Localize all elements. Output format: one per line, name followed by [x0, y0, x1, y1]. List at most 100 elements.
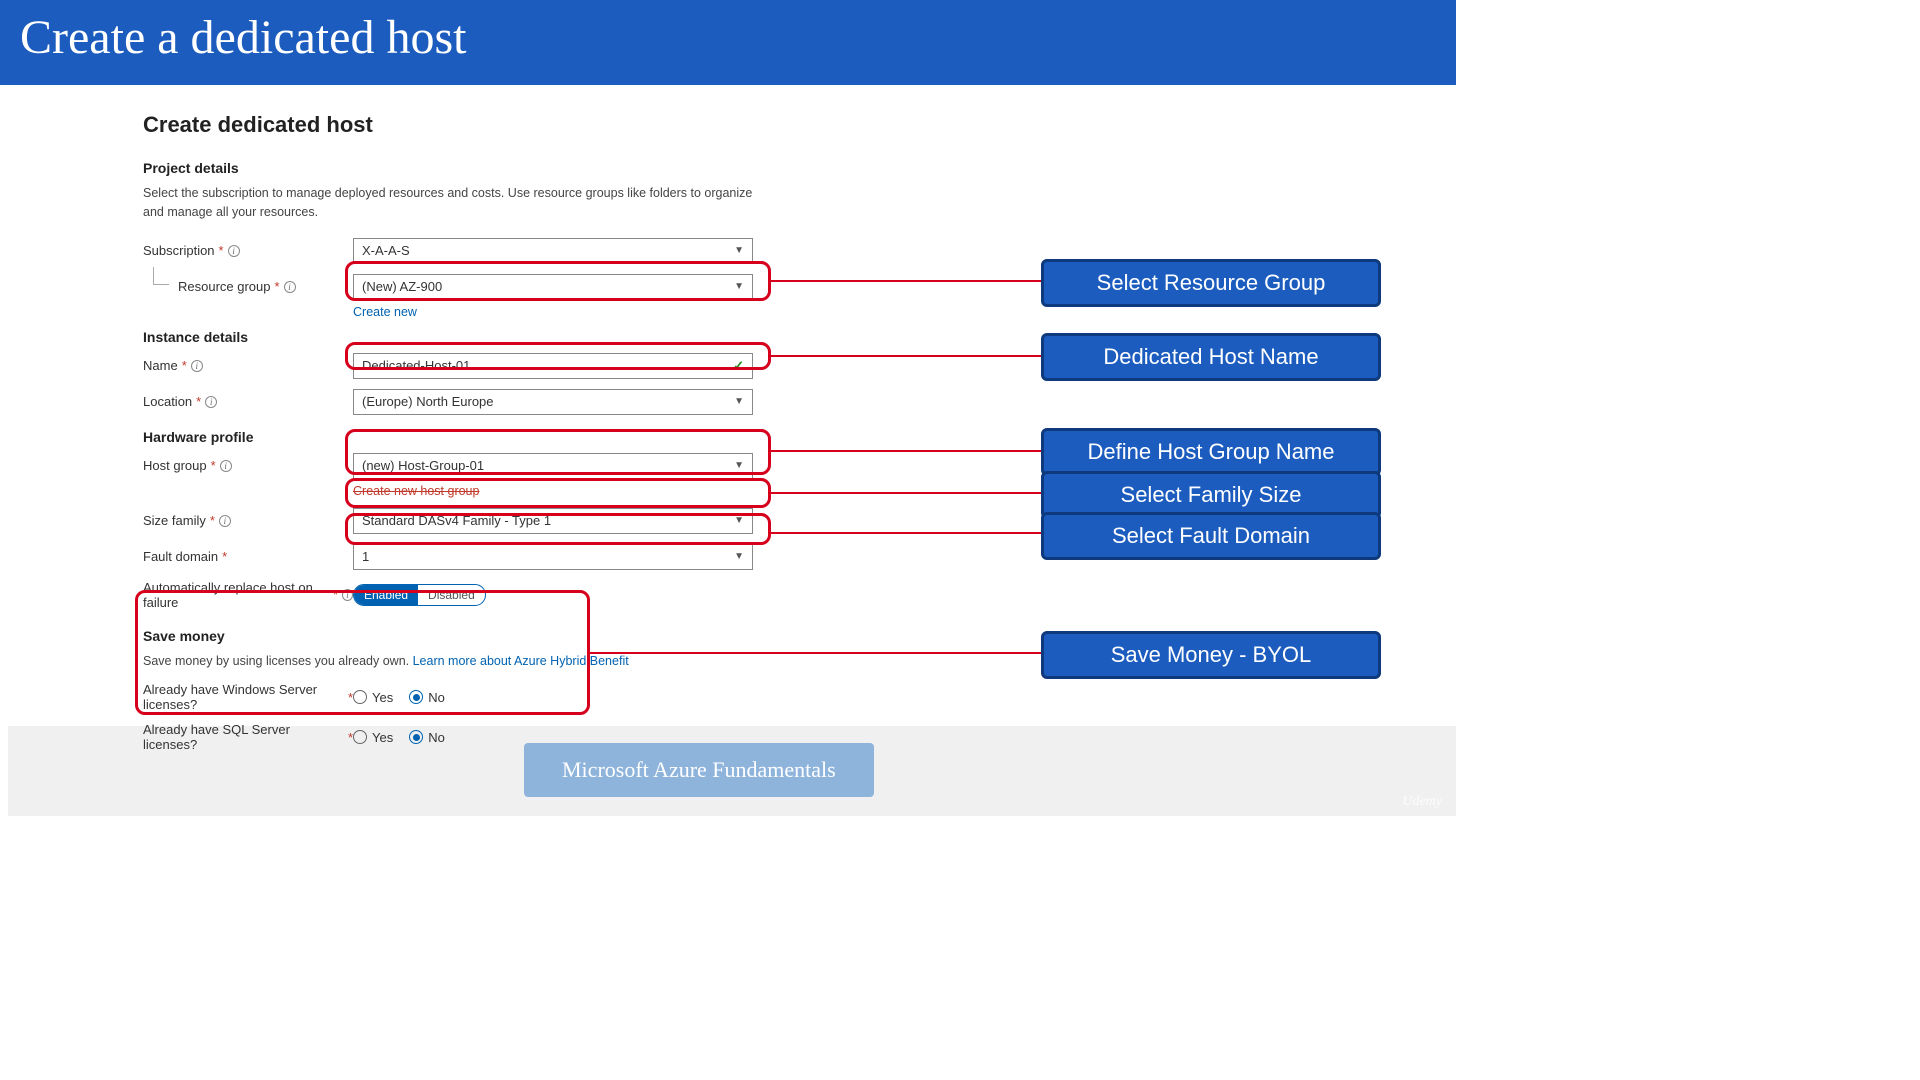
fault-domain-value: 1: [362, 549, 369, 564]
section-savemoney-title: Save money: [143, 628, 783, 644]
sql-license-text: Already have SQL Server licenses?: [143, 722, 344, 752]
required-star: *: [222, 549, 227, 564]
auto-replace-toggle[interactable]: Enabled Disabled: [353, 584, 486, 606]
radio-label-yes: Yes: [372, 730, 393, 745]
chevron-down-icon: ▼: [734, 551, 744, 562]
radio-label-no: No: [428, 730, 445, 745]
radio-label-yes: Yes: [372, 690, 393, 705]
section-project-desc: Select the subscription to manage deploy…: [143, 184, 753, 222]
radio-icon: [409, 690, 423, 704]
info-icon[interactable]: i: [284, 281, 296, 293]
name-input[interactable]: Dedicated-Host-01 ✓: [353, 353, 753, 379]
section-project-title: Project details: [143, 160, 783, 176]
sql-license-label: Already have SQL Server licenses? *: [143, 722, 353, 752]
callout-host-group: Define Host Group Name: [1041, 428, 1381, 476]
required-star: *: [219, 243, 224, 258]
connector-line: [590, 652, 1041, 654]
required-star: *: [182, 358, 187, 373]
chevron-down-icon: ▼: [734, 515, 744, 526]
connector-line: [771, 355, 1041, 357]
auto-replace-label: Automatically replace host on failure * …: [143, 580, 353, 610]
subscription-label-text: Subscription: [143, 243, 215, 258]
section-instance-title: Instance details: [143, 329, 783, 345]
create-new-link[interactable]: Create new: [353, 305, 417, 319]
location-label-text: Location: [143, 394, 192, 409]
fault-domain-select[interactable]: 1 ▼: [353, 544, 753, 570]
callout-save-money: Save Money - BYOL: [1041, 631, 1381, 679]
row-size-family: Size family * i Standard DASv4 Family - …: [143, 508, 783, 534]
radio-icon: [353, 690, 367, 704]
auto-replace-label-text: Automatically replace host on failure: [143, 580, 329, 610]
hybrid-benefit-link[interactable]: Learn more about Azure Hybrid Benefit: [413, 654, 629, 668]
host-group-value: (new) Host-Group-01: [362, 458, 484, 473]
row-host-group: Host group * i (new) Host-Group-01 ▼: [143, 453, 783, 479]
callout-resource-group: Select Resource Group: [1041, 259, 1381, 307]
info-icon[interactable]: i: [228, 245, 240, 257]
location-label: Location * i: [143, 394, 353, 409]
windows-no-radio[interactable]: No: [409, 690, 445, 705]
info-icon[interactable]: i: [342, 589, 353, 601]
connector-line: [771, 280, 1041, 282]
resource-group-label: Resource group * i: [143, 279, 353, 294]
row-location: Location * i (Europe) North Europe ▼: [143, 389, 783, 415]
chevron-down-icon: ▼: [734, 245, 744, 256]
name-value: Dedicated-Host-01: [362, 358, 470, 373]
required-star: *: [210, 513, 215, 528]
info-icon[interactable]: i: [219, 515, 231, 527]
windows-yes-radio[interactable]: Yes: [353, 690, 393, 705]
size-family-label: Size family * i: [143, 513, 353, 528]
info-icon[interactable]: i: [191, 360, 203, 372]
sql-yes-radio[interactable]: Yes: [353, 730, 393, 745]
radio-icon: [353, 730, 367, 744]
azure-form-panel: Create dedicated host Project details Se…: [143, 112, 783, 762]
tree-connector-icon: [153, 267, 169, 285]
sql-no-radio[interactable]: No: [409, 730, 445, 745]
section-hardware-title: Hardware profile: [143, 429, 783, 445]
host-group-label: Host group * i: [143, 458, 353, 473]
row-name: Name * i Dedicated-Host-01 ✓: [143, 353, 783, 379]
resource-group-select[interactable]: (New) AZ-900 ▼: [353, 274, 753, 300]
size-family-label-text: Size family: [143, 513, 206, 528]
chevron-down-icon: ▼: [734, 460, 744, 471]
name-label: Name * i: [143, 358, 353, 373]
host-group-select[interactable]: (new) Host-Group-01 ▼: [353, 453, 753, 479]
subscription-value: X-A-A-S: [362, 243, 410, 258]
radio-label-no: No: [428, 690, 445, 705]
toggle-enabled[interactable]: Enabled: [354, 585, 418, 605]
size-family-select[interactable]: Standard DASv4 Family - Type 1 ▼: [353, 508, 753, 534]
info-icon[interactable]: i: [205, 396, 217, 408]
subscription-label: Subscription * i: [143, 243, 353, 258]
location-value: (Europe) North Europe: [362, 394, 494, 409]
resource-group-value: (New) AZ-900: [362, 279, 442, 294]
required-star: *: [333, 587, 338, 602]
windows-license-label: Already have Windows Server licenses? *: [143, 682, 353, 712]
host-group-label-text: Host group: [143, 458, 207, 473]
check-icon: ✓: [733, 358, 744, 374]
required-star: *: [211, 458, 216, 473]
create-host-group-link[interactable]: Create new host group: [353, 484, 479, 498]
connector-line: [771, 532, 1041, 534]
row-subscription: Subscription * i X-A-A-S ▼: [143, 238, 783, 264]
row-auto-replace: Automatically replace host on failure * …: [143, 580, 783, 610]
chevron-down-icon: ▼: [734, 396, 744, 407]
location-select[interactable]: (Europe) North Europe ▼: [353, 389, 753, 415]
row-resource-group: Resource group * i (New) AZ-900 ▼: [143, 274, 783, 300]
windows-license-text: Already have Windows Server licenses?: [143, 682, 344, 712]
info-icon[interactable]: i: [220, 460, 232, 472]
fault-domain-label-text: Fault domain: [143, 549, 218, 564]
footer-course-title: Microsoft Azure Fundamentals: [524, 743, 874, 797]
slide-title: Create a dedicated host: [0, 0, 1456, 85]
required-star: *: [196, 394, 201, 409]
toggle-disabled[interactable]: Disabled: [418, 585, 485, 605]
content-area: Create dedicated host Project details Se…: [8, 92, 1456, 816]
section-savemoney-desc: Save money by using licenses you already…: [143, 652, 753, 671]
name-label-text: Name: [143, 358, 178, 373]
resource-group-label-text: Resource group: [178, 279, 271, 294]
page-title: Create dedicated host: [143, 112, 783, 138]
watermark: Udemy: [1402, 794, 1442, 810]
connector-line: [771, 450, 1041, 452]
chevron-down-icon: ▼: [734, 281, 744, 292]
subscription-select[interactable]: X-A-A-S ▼: [353, 238, 753, 264]
size-family-value: Standard DASv4 Family - Type 1: [362, 513, 551, 528]
required-star: *: [275, 279, 280, 294]
